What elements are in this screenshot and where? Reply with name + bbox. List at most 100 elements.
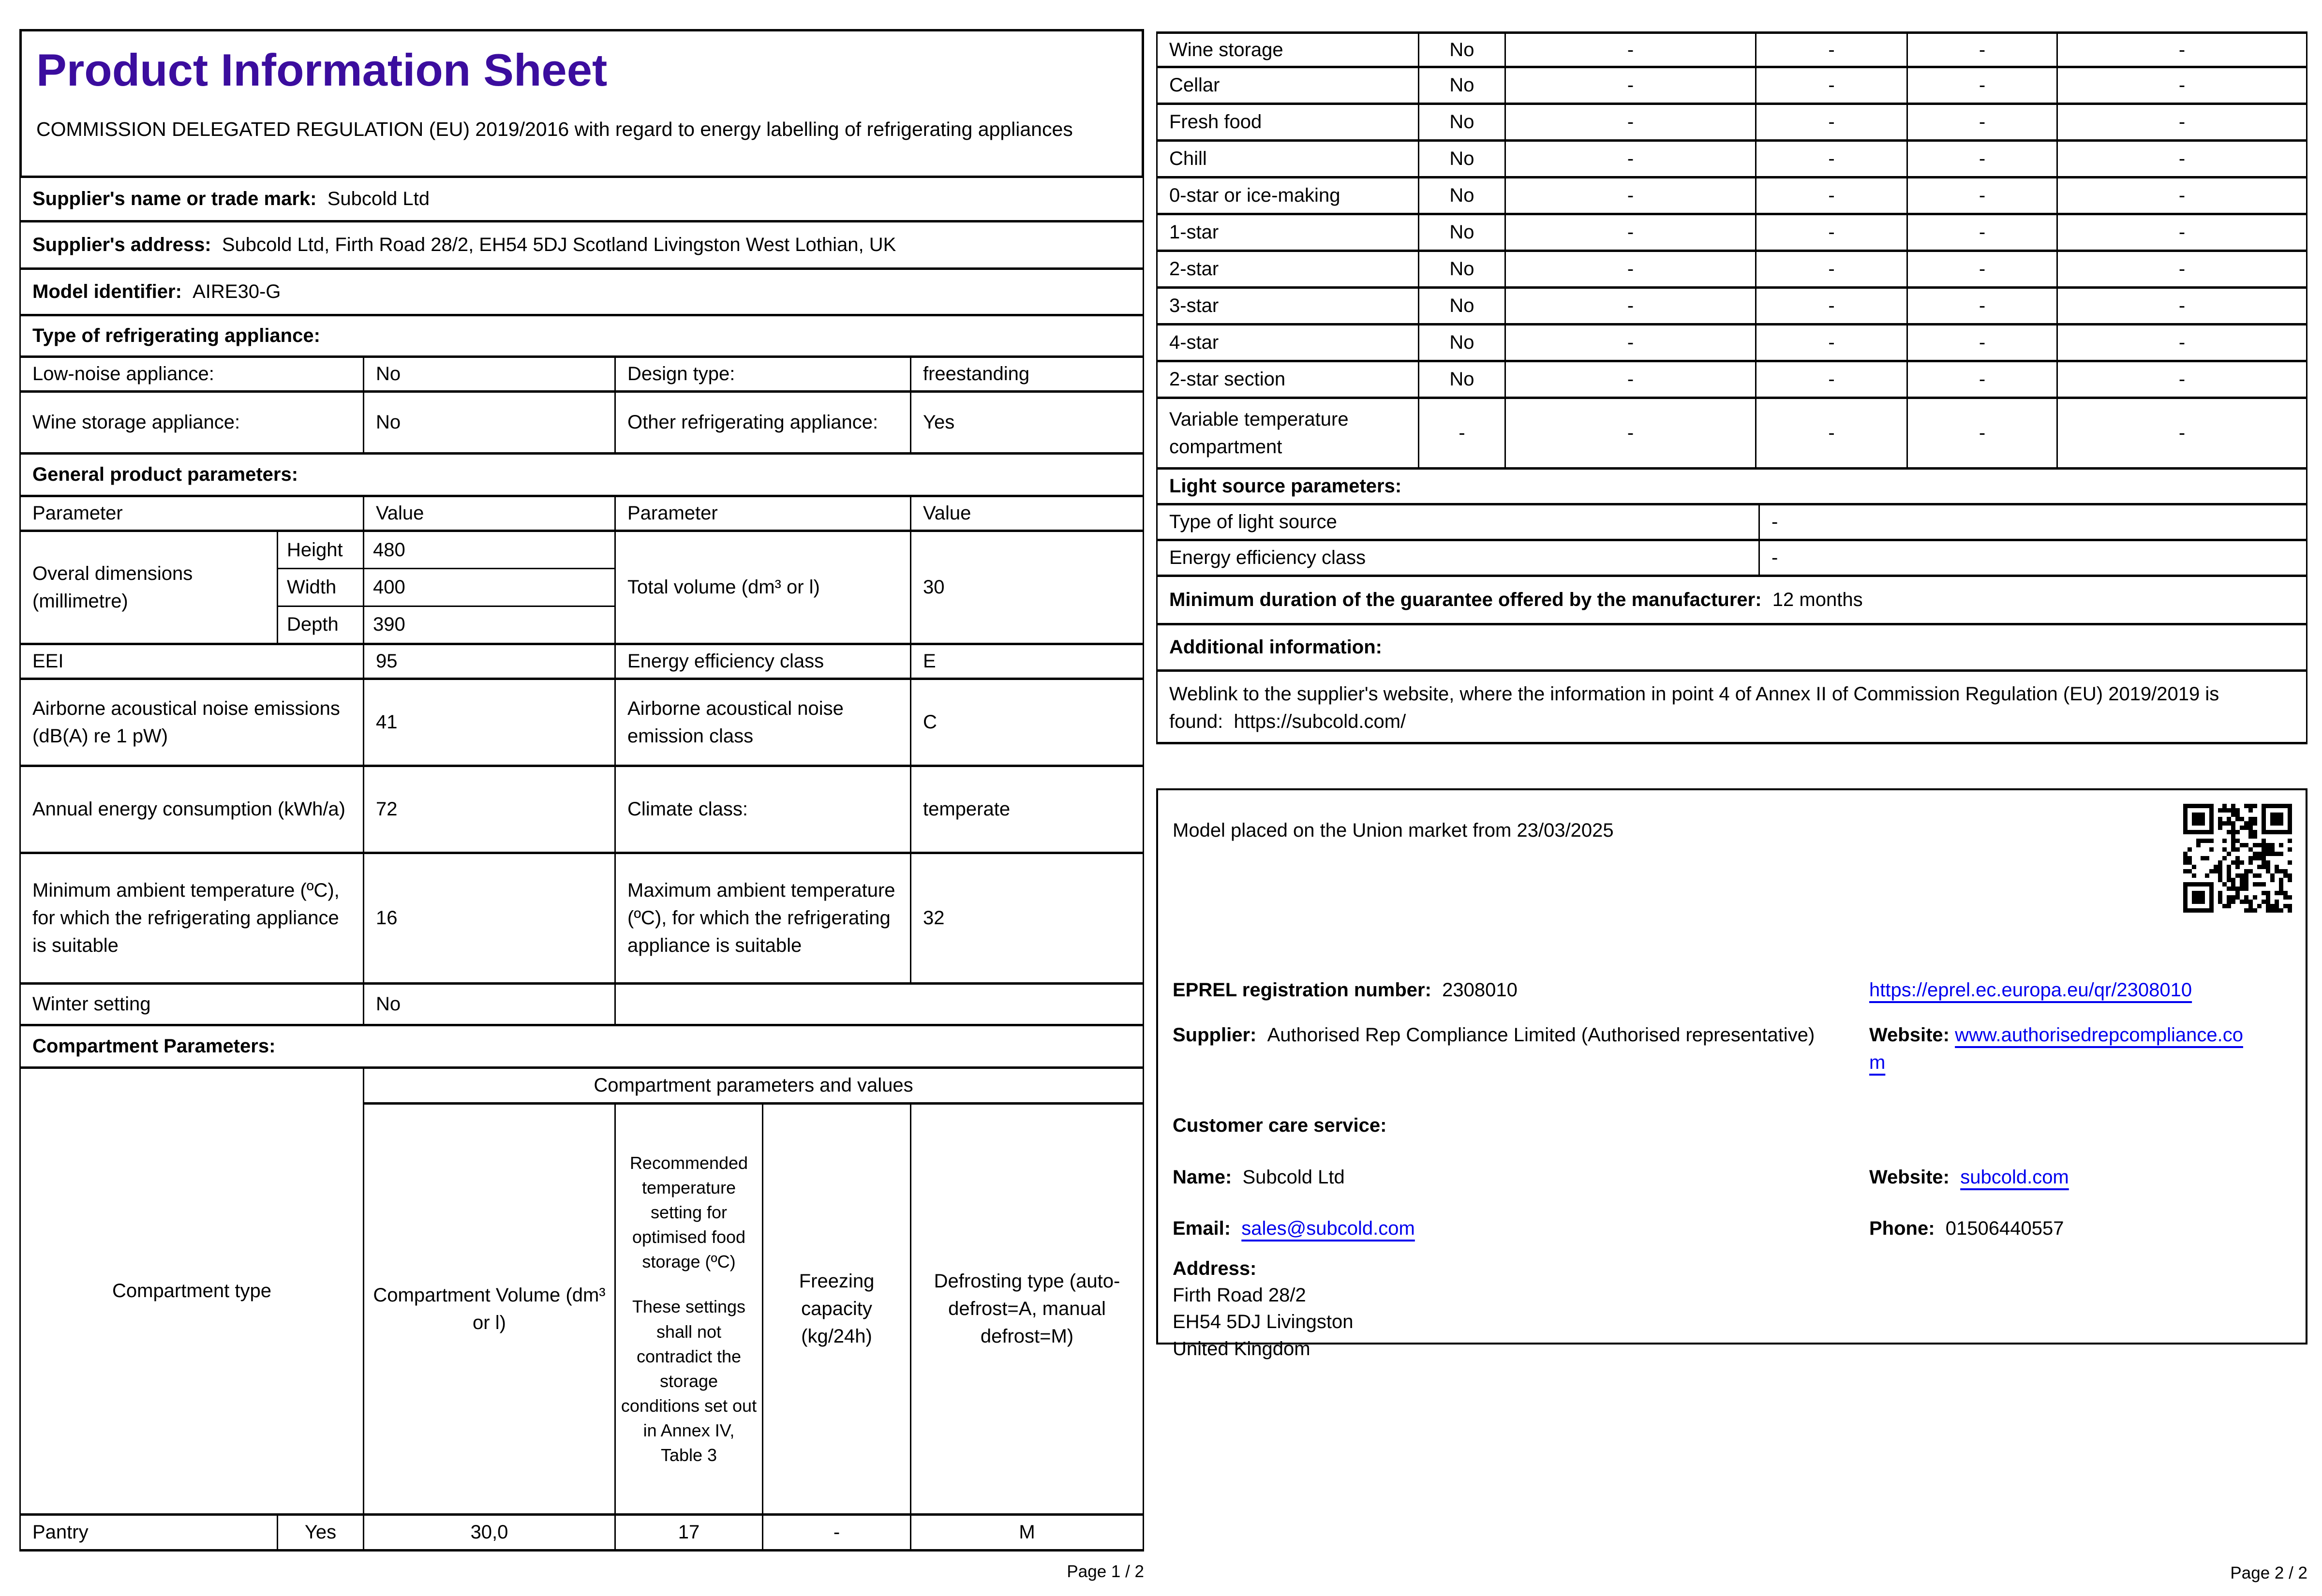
compartment-freezing: - [1908, 178, 2058, 213]
compartment-freezing: - [1908, 68, 2058, 103]
temperature-header-note: These settings shall not contradict the … [621, 1297, 757, 1465]
column-header: Value [923, 502, 971, 524]
param-label: EEI [21, 645, 364, 678]
compartment-section-row: Compartment Parameters: [19, 1026, 1144, 1069]
compartment-freezing: - [763, 1516, 911, 1549]
care-address: Address: Firth Road 28/2 EH54 5DJ Living… [1173, 1256, 1354, 1362]
model-identifier-value: AIRE30-G [193, 281, 281, 303]
general-row-energy: Annual energy consumption (kWh/a) 72 Cli… [19, 767, 1144, 854]
compartment-row: 1-star No - - - - [1156, 215, 2307, 252]
compartment-temperature: - [1756, 399, 1908, 467]
param-value: C [923, 711, 937, 733]
param-label: Total volume (dm³ or l) [616, 532, 911, 643]
param-value: - [1771, 511, 1778, 533]
compartment-temperature: - [1756, 105, 1908, 139]
compartment-header-block: Compartment type Compartment parameters … [19, 1069, 1144, 1516]
compartment-present: - [1419, 399, 1506, 467]
compartment-defrost: - [2178, 74, 2186, 96]
compartment-volume: - [1506, 68, 1756, 103]
eprel-label: EPREL registration number: [1173, 979, 1431, 1001]
compartment-type: 1-star [1158, 215, 1419, 250]
light-efficiency-row: Energy efficiency class - [1156, 541, 2307, 577]
compartment-type: Variable temperature compartment [1158, 399, 1419, 467]
market-placement-text: Model placed on the Union market from 23… [1173, 820, 1614, 841]
compartment-temperature: - [1756, 252, 1908, 286]
param-value: 32 [923, 907, 945, 929]
dimension-value: 390 [373, 614, 405, 635]
compartment-volume: - [1506, 325, 1756, 360]
general-header-row: Parameter Value Parameter Value [19, 497, 1144, 532]
compartment-present: No [1419, 362, 1506, 397]
eprel-link-wrap: https://eprel.ec.europa.eu/qr/2308010 [1869, 976, 2295, 1004]
eprel-value: 2308010 [1442, 979, 1518, 1001]
model-identifier-row: Model identifier: AIRE30-G [19, 270, 1144, 316]
compartment-freezing: - [1908, 362, 2058, 397]
address-label: Address: [1173, 1258, 1257, 1279]
param-label: Energy efficiency class [616, 645, 911, 678]
dimension-key: Height [278, 532, 363, 570]
param-value: 72 [364, 767, 616, 852]
care-website: Website: subcold.com [1869, 1164, 2295, 1191]
page-title: Product Information Sheet [36, 44, 608, 95]
param-label: Design type: [616, 358, 911, 390]
compartment-type: 4-star [1158, 325, 1419, 360]
compartment-freezing: - [1908, 105, 2058, 139]
param-value: No [364, 393, 616, 452]
compartment-volume: - [1506, 105, 1756, 139]
eprel-link[interactable]: https://eprel.ec.europa.eu/qr/2308010 [1869, 979, 2192, 1001]
compartment-type: Chill [1158, 142, 1419, 176]
compartment-type: Fresh food [1158, 105, 1419, 139]
weblink-url[interactable]: https://subcold.com/ [1234, 711, 1406, 732]
dimension-value: 400 [364, 569, 614, 607]
column-header-freezing: Freezing capacity (kg/24h) [763, 1105, 911, 1513]
compartment-row: Wine storage No - - - - [1156, 31, 2307, 68]
compartment-type-header: Compartment type [21, 1069, 364, 1513]
param-label: Annual energy consumption (kWh/a) [21, 767, 364, 852]
address-line: United Kingdom [1173, 1338, 1310, 1360]
supplier-address-row: Supplier's address: Subcold Ltd, Firth R… [19, 222, 1144, 270]
page-1: Product Information Sheet COMMISSION DEL… [19, 29, 1144, 1552]
param-label: Airborne acoustical noise emission class [616, 680, 911, 765]
column-header-volume: Compartment Volume (dm³ or l) [364, 1105, 616, 1513]
address-line: EH54 5DJ Livingston [1173, 1311, 1354, 1333]
compartment-present: No [1419, 252, 1506, 286]
column-header: Parameter [616, 497, 911, 530]
email-link[interactable]: sales@subcold.com [1241, 1218, 1415, 1239]
phone-label: Phone: [1869, 1218, 1935, 1239]
compartment-freezing: - [1908, 215, 2058, 250]
compartment-temperature: - [1756, 289, 1908, 323]
guarantee-label: Minimum duration of the guarantee offere… [1169, 589, 1762, 611]
general-row-noise: Airborne acoustical noise emissions (dB(… [19, 680, 1144, 767]
compartment-temperature: - [1756, 362, 1908, 397]
dimension-key: Width [278, 569, 363, 607]
qr-code-icon [2183, 804, 2292, 913]
param-label: Minimum ambient temperature (ºC), for wh… [21, 854, 364, 982]
compartment-present: No [1419, 178, 1506, 213]
compartment-temperature: - [1756, 215, 1908, 250]
compartment-freezing: - [1908, 34, 2058, 66]
param-value: E [923, 650, 936, 672]
param-label: Energy efficiency class [1158, 541, 1760, 575]
param-label: Airborne acoustical noise emissions (dB(… [21, 680, 364, 765]
compartment-freezing: - [1908, 289, 2058, 323]
compartment-type: 2-star [1158, 252, 1419, 286]
compartment-row: Cellar No - - - - [1156, 68, 2307, 105]
compartment-volume: - [1506, 178, 1756, 213]
compartment-row: 0-star or ice-making No - - - - [1156, 178, 2307, 215]
compartment-defrost: - [2178, 295, 2186, 317]
dimension-values: 480 400 390 [364, 532, 616, 643]
compartment-defrost: - [2178, 111, 2186, 133]
compartment-row: 4-star No - - - - [1156, 325, 2307, 362]
dimension-key: Depth [287, 614, 339, 635]
compartment-row: 3-star No - - - - [1156, 289, 2307, 325]
compartment-defrost: - [2178, 258, 2186, 280]
param-label: Wine storage appliance: [21, 393, 364, 452]
light-section-row: Light source parameters: [1156, 470, 2307, 505]
compartment-volume: 30,0 [364, 1516, 616, 1549]
general-row-eei: EEI 95 Energy efficiency class E [19, 645, 1144, 680]
page-1-number: Page 1 / 2 [1067, 1562, 1144, 1581]
page-2: Wine storage No - - - - Cellar No - - - … [1156, 31, 2307, 1360]
care-website-link[interactable]: subcold.com [1960, 1167, 2069, 1188]
compartment-type: Wine storage [1158, 34, 1419, 66]
param-value: No [364, 985, 616, 1024]
